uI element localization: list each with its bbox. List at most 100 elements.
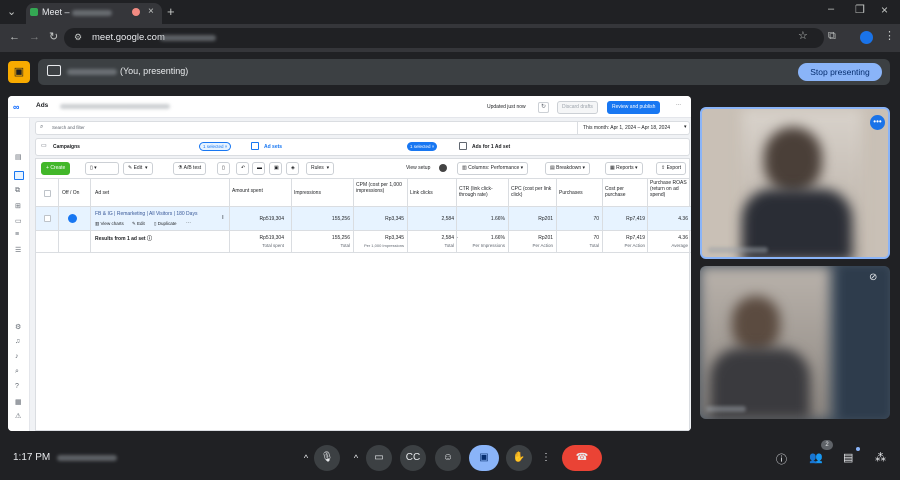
table-row[interactable]: FB & IG | Remarketing | All Visitors | 1… bbox=[36, 207, 691, 231]
notifications-icon[interactable]: ♫ bbox=[15, 338, 20, 345]
forward-icon[interactable]: → bbox=[29, 32, 40, 43]
refresh-icon[interactable]: ↻ bbox=[538, 102, 549, 113]
row-checkbox[interactable] bbox=[44, 215, 51, 222]
tab-ads[interactable]: Ads for 1 Ad set bbox=[455, 139, 690, 155]
edit-button[interactable]: ✎ Edit ▾ bbox=[123, 162, 153, 175]
address-bar[interactable]: ⚙ meet.google.com bbox=[64, 28, 824, 48]
tile-options-icon[interactable]: ••• bbox=[870, 115, 885, 130]
meeting-details-icon[interactable]: ⓘ bbox=[776, 451, 787, 467]
bookmark-star-icon[interactable]: ☆ bbox=[798, 31, 808, 42]
row-edit-link[interactable]: ✎ Edit bbox=[132, 221, 145, 227]
activities-icon[interactable]: ⁂ bbox=[875, 451, 886, 464]
close-tab-icon[interactable]: × bbox=[148, 7, 154, 17]
leave-call-button[interactable]: ☎ bbox=[562, 445, 602, 471]
col-amount-spent[interactable]: Amount spent bbox=[232, 188, 263, 194]
date-dropdown-icon[interactable]: ▾ bbox=[684, 124, 687, 130]
lock-icon[interactable]: ▣ bbox=[269, 162, 282, 175]
audio-options-icon[interactable]: ^ bbox=[298, 445, 314, 471]
clear-campaigns-icon[interactable]: × bbox=[225, 144, 228, 149]
delete-icon[interactable]: ▯ bbox=[217, 162, 230, 175]
profile-avatar[interactable] bbox=[860, 31, 873, 44]
tag-icon[interactable]: ◈ bbox=[286, 162, 299, 175]
col-off-on[interactable]: Off / On bbox=[62, 190, 79, 196]
campaigns-selected-chip[interactable]: 1 selected × bbox=[199, 142, 232, 151]
camera-button[interactable]: ▭ bbox=[366, 445, 392, 471]
feedback-icon[interactable]: ▦ bbox=[15, 398, 22, 406]
self-video-tile[interactable]: ••• bbox=[700, 107, 890, 259]
reports-icon[interactable]: ☰ bbox=[15, 246, 21, 254]
search-icon[interactable]: ⌕ bbox=[15, 368, 19, 376]
col-impressions[interactable]: Impressions bbox=[294, 190, 321, 196]
row-pin-icon[interactable]: ⁞ bbox=[222, 215, 224, 221]
tab-campaigns[interactable]: ▭ Campaigns 1 selected × bbox=[36, 139, 245, 155]
emoji-button[interactable]: ☺ bbox=[435, 445, 461, 471]
view-setup-toggle[interactable] bbox=[439, 164, 447, 172]
col-link-clicks[interactable]: Link clicks bbox=[410, 190, 433, 196]
back-icon[interactable]: ← bbox=[9, 32, 20, 43]
undo-icon[interactable]: ↶ bbox=[236, 162, 249, 175]
chat-icon[interactable]: ▤ bbox=[843, 451, 853, 464]
rules-button[interactable]: Rules ▾ bbox=[306, 162, 335, 175]
review-publish-button[interactable]: Review and publish bbox=[607, 101, 661, 114]
tab-search-icon[interactable]: ⌄ bbox=[7, 7, 16, 18]
ab-test-button[interactable]: ⚗ A/B test bbox=[173, 162, 207, 175]
select-all-checkbox[interactable] bbox=[44, 190, 51, 197]
date-range-picker[interactable]: This month: Apr 1, 2024 – Apr 18, 2024 bbox=[583, 125, 670, 131]
create-button[interactable]: + Create bbox=[41, 162, 71, 175]
duplicate-dropdown-button[interactable]: ▯ ▾ bbox=[85, 162, 119, 175]
col-cpm[interactable]: CPM (cost per 1,000 impressions) bbox=[356, 182, 406, 194]
row-duplicate-link[interactable]: ▯ Duplicate bbox=[154, 221, 177, 227]
participant-video-tile[interactable]: ⊘ bbox=[700, 266, 890, 419]
more-options-button[interactable]: ⋮ bbox=[536, 445, 556, 471]
restore-icon[interactable]: ❐ bbox=[855, 5, 865, 16]
help-icon[interactable]: ? bbox=[15, 383, 19, 390]
microphone-button[interactable]: 🎙 bbox=[314, 445, 340, 471]
new-tab-icon[interactable]: + bbox=[167, 5, 175, 18]
breakdown-button[interactable]: ▤ Breakdown ▾ bbox=[545, 162, 591, 175]
account-redacted[interactable] bbox=[60, 104, 170, 109]
row-toggle[interactable] bbox=[68, 214, 77, 223]
extensions-icon[interactable]: ⧉ bbox=[828, 31, 836, 42]
summary-info-icon[interactable]: ⓘ bbox=[147, 236, 152, 242]
people-icon[interactable]: 👥 bbox=[809, 451, 823, 464]
row-more-icon[interactable]: ⋯ bbox=[186, 220, 191, 226]
clear-adsets-icon[interactable]: × bbox=[432, 144, 435, 149]
columns-button[interactable]: ▥ Columns: Performance ▾ bbox=[457, 162, 529, 175]
trash-icon[interactable]: ▬ bbox=[252, 162, 265, 175]
settings-icon[interactable]: ⚙ bbox=[15, 323, 21, 331]
video-options-icon[interactable]: ^ bbox=[348, 445, 364, 471]
more-options-icon[interactable]: ⋯ bbox=[676, 102, 681, 108]
ads-manager-icon[interactable] bbox=[14, 171, 24, 180]
col-ctr[interactable]: CTR (link click-through rate) bbox=[459, 186, 505, 198]
browser-tab[interactable]: Meet – × bbox=[26, 3, 162, 24]
adset-name-link[interactable]: FB & IG | Remarketing | All Visitors | 1… bbox=[95, 211, 197, 217]
bug-icon[interactable]: ⚠ bbox=[15, 412, 21, 420]
export-button[interactable]: ⇪ Export bbox=[656, 162, 687, 175]
search-filter-bar[interactable]: ⌕ Search and filter This month: Apr 1, 2… bbox=[35, 121, 690, 135]
present-button[interactable]: ▣ bbox=[469, 445, 499, 471]
stop-presenting-button[interactable]: Stop presenting bbox=[798, 63, 882, 81]
audiences-icon[interactable]: ⊞ bbox=[15, 202, 21, 210]
reports-button[interactable]: ▦ Reports ▾ bbox=[605, 162, 643, 175]
col-cost-per-purchase[interactable]: Cost per purchase bbox=[605, 186, 643, 198]
browser-menu-icon[interactable]: ⋮ bbox=[884, 31, 895, 42]
view-charts-link[interactable]: ▥ View charts bbox=[95, 221, 124, 227]
dashboard-icon[interactable]: ▤ bbox=[15, 153, 22, 161]
alerts-icon[interactable]: ♪ bbox=[15, 353, 19, 360]
catalog-icon[interactable]: ⧉ bbox=[15, 187, 20, 195]
raise-hand-button[interactable]: ✋ bbox=[506, 445, 532, 471]
reload-icon[interactable]: ↻ bbox=[49, 32, 58, 43]
billing-icon[interactable]: ▭ bbox=[15, 217, 22, 225]
col-ad-set[interactable]: Ad set bbox=[95, 190, 109, 196]
tab-ad-sets[interactable]: Ad sets 1 selected × bbox=[247, 139, 453, 155]
minimize-icon[interactable]: – bbox=[828, 4, 834, 15]
col-roas[interactable]: Purchase ROAS (return on ad spend) bbox=[650, 180, 690, 198]
window-close-icon[interactable]: × bbox=[881, 4, 888, 16]
col-cpc[interactable]: CPC (cost per link click) bbox=[511, 186, 555, 198]
site-info-icon[interactable]: ⚙ bbox=[74, 33, 82, 42]
menu-icon[interactable]: ≡ bbox=[15, 231, 19, 238]
captions-button[interactable]: CC bbox=[400, 445, 426, 471]
col-purchases[interactable]: Purchases bbox=[559, 190, 583, 196]
adsets-selected-chip[interactable]: 1 selected × bbox=[407, 142, 438, 151]
discard-drafts-button[interactable]: Discard drafts bbox=[557, 101, 598, 114]
